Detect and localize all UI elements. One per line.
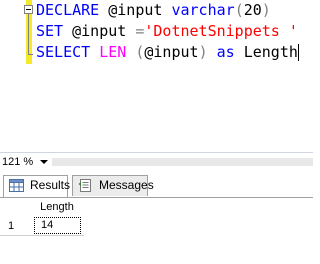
results-tab-strip: Results Messages: [0, 171, 313, 198]
paren-close: ): [198, 43, 208, 61]
length-number: 20: [243, 1, 262, 19]
outline-end: [28, 54, 33, 55]
code-area[interactable]: DECLARE @input varchar(20) SET @input ='…: [36, 0, 313, 63]
keyword-select: SELECT: [36, 43, 91, 61]
horizontal-scrollbar[interactable]: [52, 158, 313, 166]
row-divider: [0, 235, 84, 236]
results-grid[interactable]: Length 1 14: [0, 198, 313, 264]
chevron-down-icon[interactable]: [40, 160, 48, 164]
code-line-2: SET @input ='DotnetSnippets ': [36, 21, 313, 42]
column-header-length[interactable]: Length: [33, 200, 81, 215]
tab-results[interactable]: Results: [3, 175, 71, 197]
keyword-as: as: [207, 43, 235, 61]
code-line-1: DECLARE @input varchar(20): [36, 0, 313, 21]
paren-close: ): [261, 1, 271, 19]
text-caret: [297, 44, 299, 61]
function-len: LEN: [90, 43, 136, 61]
grid-icon: [9, 179, 24, 192]
row-number[interactable]: 1: [8, 220, 14, 232]
collapse-icon[interactable]: [24, 5, 33, 14]
variable-input: @input: [63, 22, 136, 40]
keyword-declare: DECLARE: [36, 1, 100, 19]
code-line-3: SELECT LEN (@input) as Length: [36, 42, 313, 63]
tab-messages[interactable]: Messages: [72, 175, 154, 196]
outline-line: [28, 14, 29, 54]
messages-icon: [78, 179, 91, 192]
zoom-bar: 121 %: [0, 152, 313, 171]
zoom-level[interactable]: 121 %: [2, 154, 33, 170]
tab-results-label: Results: [30, 178, 71, 192]
variable-input: @input: [144, 43, 199, 61]
column-alias: Length: [234, 43, 298, 61]
paren-open: (: [234, 1, 244, 19]
variable-input: @input: [99, 1, 172, 19]
tab-messages-label: Messages: [99, 178, 154, 192]
type-varchar: varchar: [171, 1, 235, 19]
string-literal: 'DotnetSnippets ': [144, 22, 298, 40]
table-cell[interactable]: 14: [34, 217, 81, 234]
keyword-set: SET: [36, 22, 64, 40]
editor-gutter: [0, 0, 26, 148]
query-editor[interactable]: DECLARE @input varchar(20) SET @input ='…: [0, 0, 313, 148]
